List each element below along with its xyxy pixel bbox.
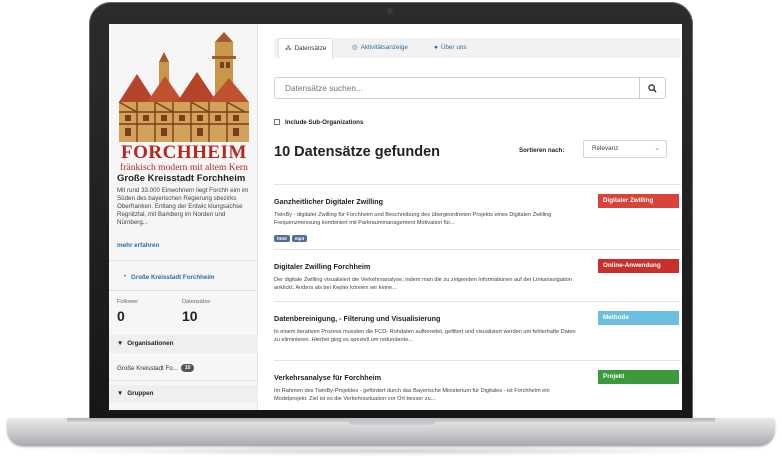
divider <box>109 380 258 381</box>
dataset-tag[interactable]: Digitaler Zwilling <box>598 194 679 208</box>
dataset-title[interactable]: Digitaler Zwilling Forchheim <box>274 262 370 271</box>
followers-label: Follower <box>117 299 139 305</box>
tab-label: Aktivitätsanzeige <box>360 44 408 51</box>
dataset-tag[interactable]: Methode <box>598 311 679 325</box>
sort-select[interactable]: Relevanz ⌄ <box>583 140 667 158</box>
bullet-icon: • <box>124 274 127 280</box>
format-badges: html mp3 <box>274 235 309 242</box>
organization-description: Mit rund 33.000 Einwohnern liegt Forchh … <box>117 187 249 226</box>
organization-sidebar: FORCHHEIM fränkisch modern mit altem Ker… <box>109 24 258 410</box>
facet-item-label: Große Kreisstadt Fo... <box>117 365 178 372</box>
tab-label: Datensätze <box>294 45 327 52</box>
forchheim-logo: FORCHHEIM fränkisch modern mit altem Ker… <box>117 32 251 173</box>
info-icon: ● <box>434 44 438 51</box>
sitemap-icon: ⁂ <box>285 45 292 52</box>
tab-datasets[interactable]: ⁂ Datensätze <box>278 38 334 59</box>
dataset-description: Der digitale Zwilling visualisiert die V… <box>274 277 572 291</box>
dataset-tag[interactable]: Online-Anwendung <box>598 259 679 273</box>
dataset-item: Verkehrsanalyse für Forchheim Im Rahmen … <box>274 360 681 410</box>
filter-icon: ▼ <box>117 390 124 397</box>
tab-about[interactable]: ● Über uns <box>428 38 473 58</box>
include-label: Include Sub-Organizations <box>285 119 364 126</box>
logo-tagline: fränkisch modern mit altem Kern <box>120 162 248 173</box>
facet-groups-header[interactable]: ▼ Gruppen <box>109 385 258 403</box>
facet-title: Organisationen <box>127 340 174 347</box>
tab-bar: ⁂ Datensätze ◎ Aktivitätsanzeige ● Über uns <box>274 38 681 59</box>
format-badge[interactable]: mp3 <box>291 235 308 242</box>
dataset-description: In einem iterativen Prozess mussten die … <box>274 329 576 343</box>
dataset-item: Ganzheitlicher Digitaler Zwilling TwinBy… <box>274 184 681 249</box>
format-badge[interactable]: html <box>274 235 290 242</box>
chevron-down-icon: ⌄ <box>654 145 660 152</box>
read-more-link[interactable]: mehr erfahren <box>117 242 159 249</box>
sort-value: Relevanz <box>592 145 619 152</box>
facet-count-badge: 10 <box>180 364 195 372</box>
dataset-tag[interactable]: Projekt <box>598 370 679 384</box>
dataset-item: Digitaler Zwilling Forchheim Der digital… <box>274 249 681 301</box>
dataset-item: Datenbereinigung, - Filterung und Visual… <box>274 301 681 353</box>
divider <box>109 290 258 291</box>
camera <box>387 8 393 14</box>
town-illustration <box>118 32 249 142</box>
dataset-title[interactable]: Verkehrsanalyse für Forchheim <box>274 373 381 382</box>
include-checkbox[interactable] <box>274 119 280 125</box>
facet-title: Gruppen <box>127 390 154 397</box>
datasets-count: 10 <box>182 308 198 324</box>
tab-label: Über uns <box>440 44 467 51</box>
include-sub-orgs[interactable]: Include Sub-Organizations <box>274 119 363 126</box>
dataset-description: TwinBy - digitaler Zwilling für Forchhei… <box>274 212 552 226</box>
dataset-title[interactable]: Datenbereinigung, - Filterung und Visual… <box>274 314 440 323</box>
browser-screen: FORCHHEIM fränkisch modern mit altem Ker… <box>109 24 682 410</box>
sort-label: Sortieren nach: <box>519 147 565 154</box>
main-content: ⁂ Datensätze ◎ Aktivitätsanzeige ● Über uns <box>259 24 682 410</box>
results-heading: 10 Datensätze gefunden <box>274 144 440 160</box>
tab-activity[interactable]: ◎ Aktivitätsanzeige <box>346 38 414 58</box>
search-icon <box>648 83 657 93</box>
search-button[interactable] <box>639 78 665 98</box>
dataset-title[interactable]: Ganzheitlicher Digitaler Zwilling <box>274 197 383 206</box>
search-box <box>274 77 666 99</box>
search-input[interactable] <box>275 78 639 98</box>
activity-icon: ◎ <box>352 44 358 51</box>
dataset-description: Im Rahmen des TwinBy-Projektes - geförde… <box>274 388 550 402</box>
organization-link[interactable]: Große Kreisstadt Forchheim <box>131 274 215 281</box>
laptop-shadow <box>40 446 742 456</box>
filter-icon: ▼ <box>117 340 124 347</box>
product-mockup: FORCHHEIM fränkisch modern mit altem Ker… <box>0 0 782 466</box>
logo-wordmark: FORCHHEIM <box>121 142 247 163</box>
facet-organization-item[interactable]: Große Kreisstadt Fo... 10 <box>117 364 195 372</box>
datasets-label: Datensätze <box>182 299 211 305</box>
facet-organizations-header[interactable]: ▼ Organisationen <box>109 335 258 353</box>
divider <box>109 260 258 261</box>
laptop-base <box>7 418 775 446</box>
organization-title: Große Kreisstadt Forchheim <box>117 173 246 184</box>
followers-count: 0 <box>117 308 125 324</box>
